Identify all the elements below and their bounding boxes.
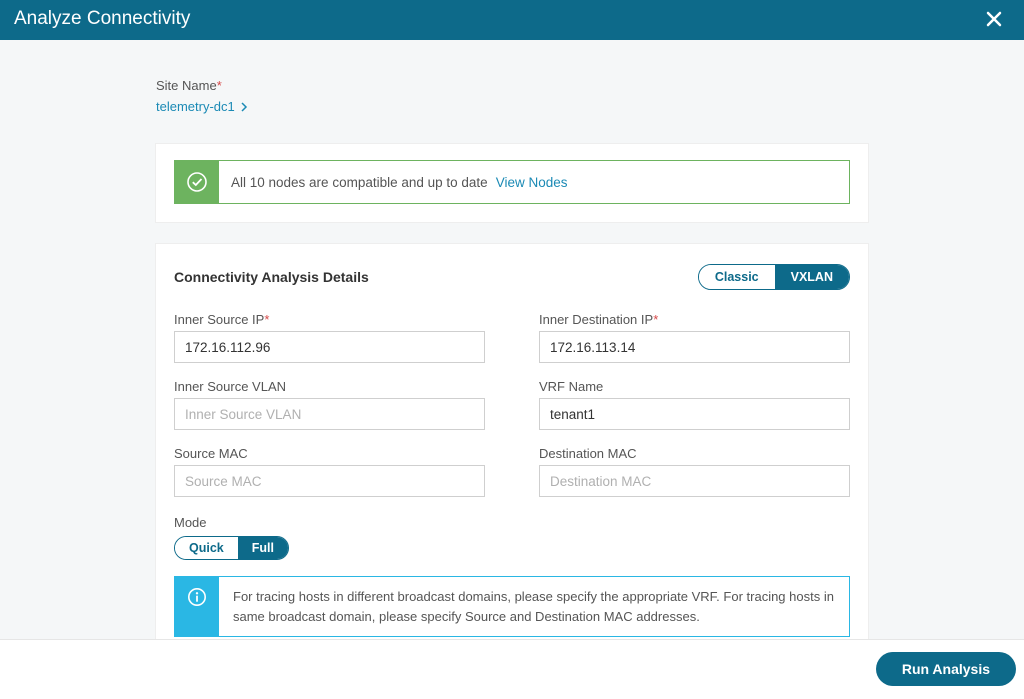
inner-source-ip-input[interactable]	[174, 331, 485, 363]
source-mac-input[interactable]	[174, 465, 485, 497]
view-nodes-link[interactable]: View Nodes	[488, 175, 568, 190]
chevron-right-icon	[239, 102, 249, 112]
site-name-label-text: Site Name	[156, 78, 217, 93]
status-text: All 10 nodes are compatible and up to da…	[219, 175, 488, 190]
inner-source-vlan-input[interactable]	[174, 398, 485, 430]
inner-source-vlan-field: Inner Source VLAN	[174, 379, 485, 430]
source-mac-field: Source MAC	[174, 446, 485, 497]
vrf-name-field: VRF Name	[539, 379, 850, 430]
info-text: For tracing hosts in different broadcast…	[219, 577, 849, 636]
mode-toggle: Quick Full	[174, 536, 289, 560]
info-icon	[187, 587, 207, 607]
mode-label: Mode	[174, 515, 850, 530]
form-grid: Inner Source IP* Inner Destination IP* I…	[174, 312, 850, 497]
titlebar: Analyze Connectivity	[0, 0, 1024, 40]
details-card: Connectivity Analysis Details Classic VX…	[156, 244, 868, 639]
check-circle-icon	[186, 171, 208, 193]
inner-source-vlan-label: Inner Source VLAN	[174, 379, 485, 394]
inner-destination-ip-input[interactable]	[539, 331, 850, 363]
close-button[interactable]	[980, 9, 1008, 29]
encap-classic-option[interactable]: Classic	[699, 265, 775, 289]
status-icon-box	[175, 160, 219, 204]
encap-type-toggle: Classic VXLAN	[698, 264, 850, 290]
inner-destination-ip-field: Inner Destination IP*	[539, 312, 850, 363]
destination-mac-field: Destination MAC	[539, 446, 850, 497]
info-icon-box	[175, 577, 219, 636]
destination-mac-label: Destination MAC	[539, 446, 850, 461]
mode-block: Mode Quick Full	[174, 515, 850, 560]
required-marker: *	[264, 312, 269, 327]
details-title: Connectivity Analysis Details	[174, 269, 369, 285]
vrf-name-input[interactable]	[539, 398, 850, 430]
mode-full-option[interactable]: Full	[238, 537, 288, 559]
required-marker: *	[217, 78, 222, 93]
info-banner: For tracing hosts in different broadcast…	[174, 576, 850, 637]
site-name-value: telemetry-dc1	[156, 99, 235, 114]
inner-source-ip-label: Inner Source IP*	[174, 312, 485, 327]
status-card: All 10 nodes are compatible and up to da…	[156, 144, 868, 222]
details-header: Connectivity Analysis Details Classic VX…	[174, 264, 850, 290]
close-icon	[984, 9, 1004, 29]
analyze-connectivity-modal: Analyze Connectivity Site Name* telemetr…	[0, 0, 1024, 699]
site-name-block: Site Name* telemetry-dc1	[156, 78, 868, 116]
modal-title: Analyze Connectivity	[14, 8, 190, 30]
source-mac-label: Source MAC	[174, 446, 485, 461]
footer: Run Analysis	[0, 639, 1024, 699]
content-area: Site Name* telemetry-dc1	[0, 40, 1024, 639]
inner-source-ip-field: Inner Source IP*	[174, 312, 485, 363]
inner-destination-ip-label: Inner Destination IP*	[539, 312, 850, 327]
run-analysis-button[interactable]: Run Analysis	[876, 652, 1016, 686]
status-row: All 10 nodes are compatible and up to da…	[174, 160, 850, 204]
encap-vxlan-option[interactable]: VXLAN	[775, 265, 849, 289]
destination-mac-input[interactable]	[539, 465, 850, 497]
site-name-link[interactable]: telemetry-dc1	[156, 99, 249, 114]
vrf-name-label: VRF Name	[539, 379, 850, 394]
site-name-label: Site Name*	[156, 78, 868, 93]
mode-quick-option[interactable]: Quick	[175, 537, 238, 559]
required-marker: *	[653, 312, 658, 327]
